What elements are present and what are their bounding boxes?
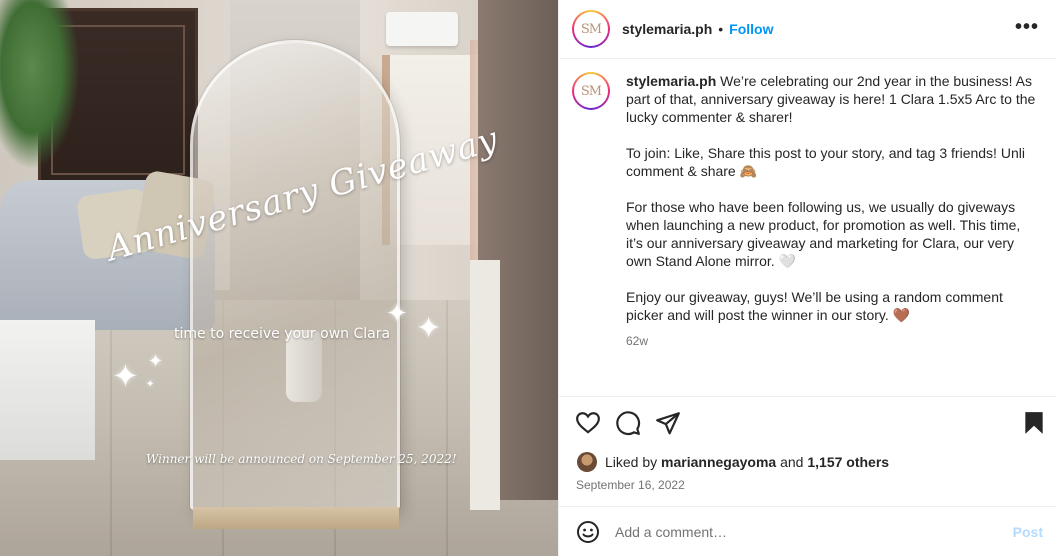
emoji-icon[interactable] <box>576 520 600 544</box>
sparkle-icon: ✦ <box>148 351 164 371</box>
send-icon[interactable] <box>655 410 681 436</box>
giveaway-subtitle: time to receive your own Clara <box>174 326 391 342</box>
comment-icon[interactable] <box>615 410 641 436</box>
caption-block: SM stylemaria.ph We’re celebrating our 2… <box>572 72 1047 350</box>
heart-icon[interactable] <box>575 410 601 436</box>
post-image[interactable]: Anniversary Giveaway time to receive you… <box>0 0 558 556</box>
avatar[interactable]: SM <box>572 72 610 110</box>
follow-button[interactable]: Follow <box>729 21 773 37</box>
caption-paragraph: For those who have been following us, we… <box>626 199 1021 269</box>
liked-by-and: and <box>780 454 804 470</box>
avatar-monogram: SM <box>574 12 608 46</box>
image-arc-mirror <box>190 40 400 510</box>
post-date[interactable]: September 16, 2022 <box>576 478 685 492</box>
header-separator: • <box>718 21 724 37</box>
image-plant <box>0 0 80 170</box>
post-comment-button[interactable]: Post <box>1013 524 1043 540</box>
post-header: SM stylemaria.ph • Follow ••• <box>559 0 1056 59</box>
image-mirror-base <box>193 507 399 529</box>
sparkle-icon: ✦ <box>416 312 442 345</box>
image-door-frame <box>470 260 500 510</box>
post-details-panel: SM stylemaria.ph • Follow ••• SM stylema… <box>558 0 1056 556</box>
liker-username[interactable]: mariannegayoma <box>661 454 776 470</box>
caption-paragraph: stylemaria.ph We’re celebrating our 2nd … <box>626 72 1036 126</box>
caption-paragraph: To join: Like, Share this post to your s… <box>626 145 1025 179</box>
caption-username[interactable]: stylemaria.ph <box>626 73 716 89</box>
image-air-conditioner <box>386 12 458 46</box>
liker-avatar[interactable] <box>577 452 597 472</box>
sparkle-icon: ✦ <box>386 298 408 328</box>
action-bar <box>559 396 1056 446</box>
comment-input[interactable] <box>615 521 995 543</box>
comment-bar: Post <box>559 506 1056 556</box>
author-username[interactable]: stylemaria.ph <box>622 21 712 37</box>
avatar[interactable]: SM <box>572 10 610 48</box>
more-options-icon[interactable]: ••• <box>1015 16 1039 39</box>
giveaway-winner-note: Winner will be announced on September 25… <box>146 452 457 466</box>
caption-paragraph: Enjoy our giveaway, guys! We’ll be using… <box>626 289 1003 323</box>
avatar-monogram: SM <box>574 74 608 108</box>
sparkle-icon: ✦ <box>146 379 155 390</box>
liked-by: Liked by mariannegayoma and 1,157 others <box>577 452 889 472</box>
image-side-table <box>0 320 95 460</box>
bookmark-icon[interactable] <box>1021 410 1047 436</box>
caption-text: stylemaria.ph We’re celebrating our 2nd … <box>626 72 1036 350</box>
time-ago[interactable]: 62w <box>626 332 1036 350</box>
sparkle-icon: ✦ <box>112 358 139 394</box>
liked-by-prefix: Liked by <box>605 454 658 470</box>
likes-count[interactable]: 1,157 others <box>807 454 889 470</box>
